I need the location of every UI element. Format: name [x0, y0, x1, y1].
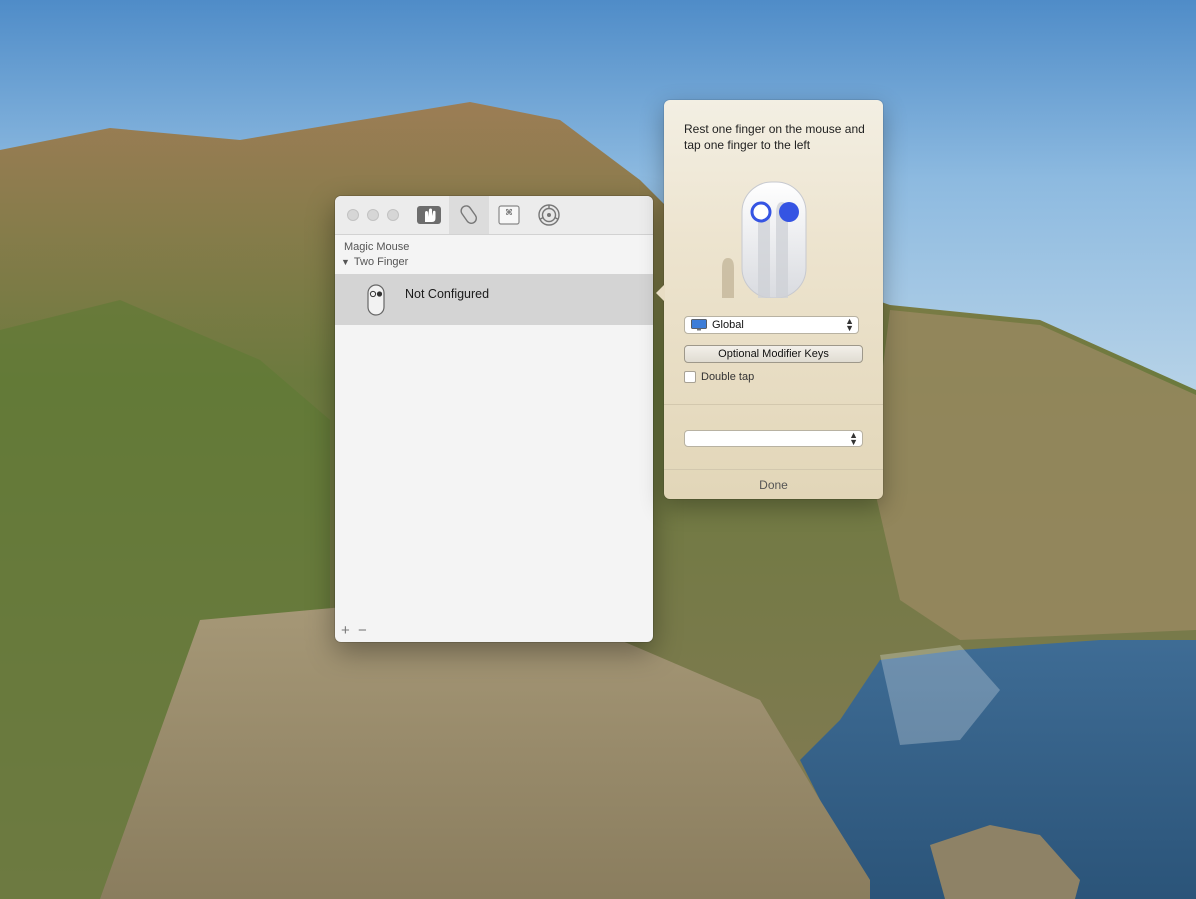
- optional-modifier-keys-button[interactable]: Optional Modifier Keys: [684, 345, 863, 363]
- select-chevron-icon: ▲ ▼: [845, 316, 854, 333]
- double-tap-checkbox[interactable]: [684, 371, 696, 383]
- done-button[interactable]: Done: [664, 478, 883, 492]
- trackpad-gesture-icon: [417, 206, 441, 224]
- gesture-config-popover: Rest one finger on the mouse and tap one…: [656, 100, 883, 499]
- gesture-row-label: Not Configured: [405, 287, 490, 301]
- gesture-group-label: Two Finger: [353, 256, 409, 268]
- double-tap-option[interactable]: Double tap: [684, 371, 754, 383]
- tab-preferences[interactable]: [529, 196, 569, 234]
- gear-settings-icon: [538, 204, 560, 226]
- divider: [664, 469, 883, 470]
- magic-mouse-gesture-illustration: [722, 181, 807, 298]
- magic-mouse-icon: [460, 205, 477, 224]
- minimize-window-button[interactable]: [367, 209, 379, 221]
- remove-gesture-button[interactable]: −: [358, 623, 367, 638]
- gesture-instruction-text: Rest one finger on the mouse and tap one…: [684, 122, 865, 152]
- divider: [664, 404, 883, 405]
- tab-trackpad[interactable]: [409, 196, 449, 234]
- svg-text:⌘: ⌘: [505, 208, 513, 217]
- window-toolbar: ⌘: [335, 196, 653, 235]
- add-gesture-button[interactable]: +: [341, 623, 350, 638]
- main-window: ⌘ Magic Mouse ▼ Two Finger Not Configure…: [335, 196, 653, 642]
- application-scope-value: Global: [712, 319, 744, 331]
- device-section-label: Magic Mouse: [344, 241, 410, 253]
- gesture-group-two-finger[interactable]: ▼ Two Finger: [341, 256, 408, 268]
- zoom-window-button[interactable]: [387, 209, 399, 221]
- close-window-button[interactable]: [347, 209, 359, 221]
- tab-keyboard-shortcuts[interactable]: ⌘: [489, 196, 529, 234]
- disclosure-triangle-icon[interactable]: ▼: [341, 257, 350, 267]
- keyboard-shortcut-icon: ⌘: [498, 205, 520, 225]
- application-scope-select[interactable]: Global ▲ ▼: [684, 316, 859, 334]
- tab-magic-mouse[interactable]: [449, 196, 489, 234]
- popover-arrow: [656, 284, 665, 302]
- monitor-icon: [691, 319, 707, 331]
- gesture-list-row[interactable]: Not Configured: [335, 274, 653, 325]
- double-tap-label: Double tap: [701, 371, 755, 383]
- action-select[interactable]: ▲ ▼: [684, 430, 863, 447]
- two-finger-mouse-icon: [367, 284, 385, 316]
- select-chevron-icon: ▲ ▼: [849, 430, 858, 447]
